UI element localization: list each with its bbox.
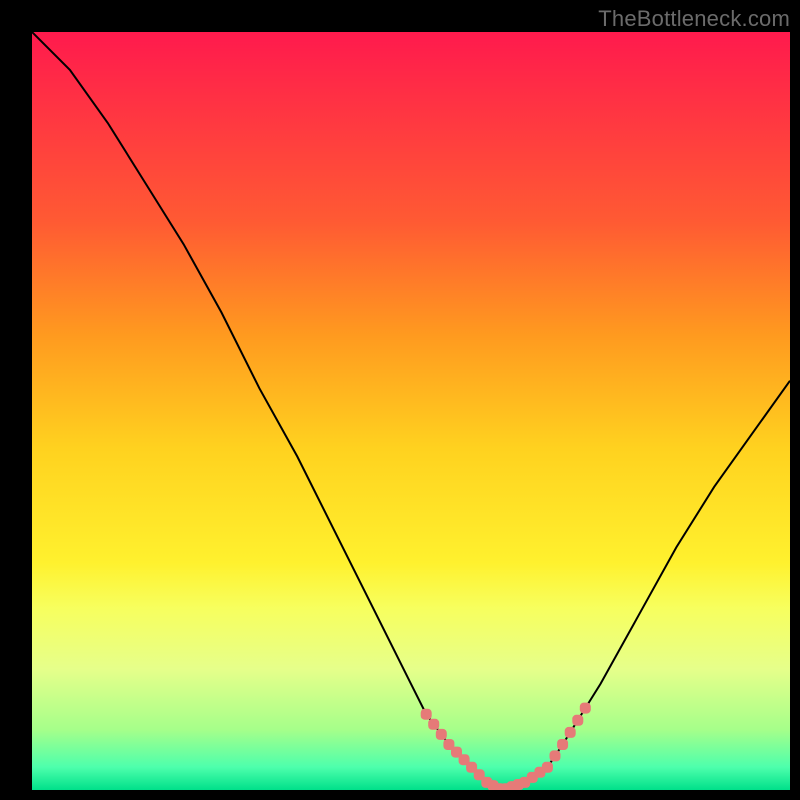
chart-frame: TheBottleneck.com [0, 0, 800, 800]
highlight-dot [565, 727, 576, 738]
highlight-dot [557, 739, 568, 750]
highlight-dot [572, 715, 583, 726]
watermark-text: TheBottleneck.com [598, 6, 790, 32]
plot-area [32, 32, 790, 790]
highlight-dot [428, 719, 439, 730]
highlight-dot [436, 729, 447, 740]
gradient-background [32, 32, 790, 790]
highlight-dot [421, 709, 432, 720]
highlight-dot [542, 762, 553, 773]
highlight-dot [580, 703, 591, 714]
highlight-dot [550, 750, 561, 761]
bottleneck-chart [32, 32, 790, 790]
